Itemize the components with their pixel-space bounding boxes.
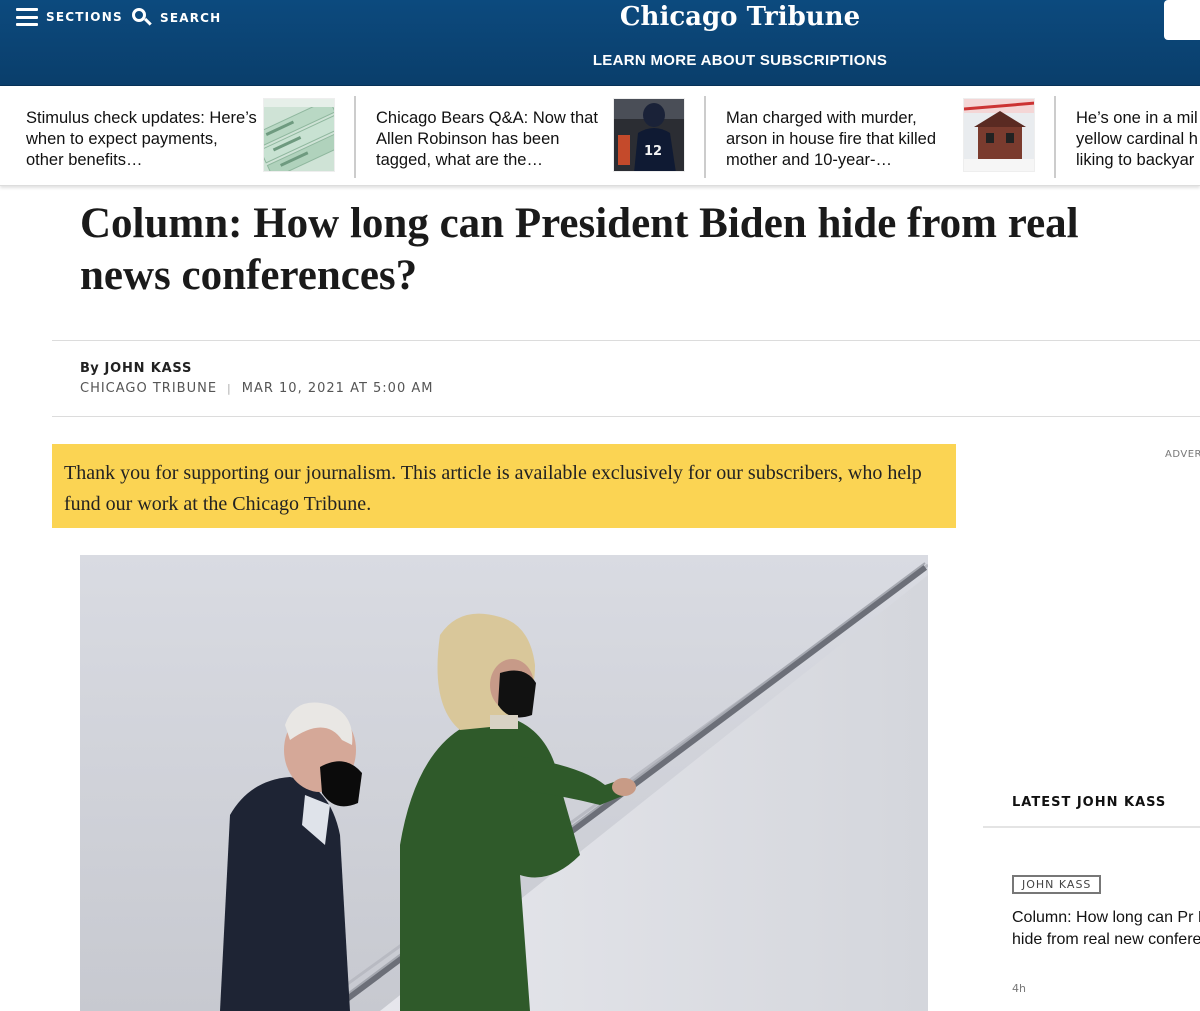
- football-player-thumbnail: 12: [613, 98, 685, 172]
- byline: By JOHN KASS: [80, 361, 192, 376]
- carousel-card-text: Chicago Bears Q&A: Now that Allen Robins…: [376, 109, 598, 169]
- account-button[interactable]: [1164, 0, 1200, 40]
- lead-photo: [80, 555, 928, 1011]
- carousel-card-text: Stimulus check updates: Here’s when to e…: [26, 109, 257, 169]
- carousel-divider: [704, 96, 706, 178]
- byline-top-divider: [52, 340, 1200, 341]
- carousel-divider: [354, 96, 356, 178]
- carousel-card-cardinal[interactable]: He’s one in a mil yellow cardinal h liki…: [1076, 98, 1200, 174]
- top-row: SECTIONS SEARCH Chicago Tribune: [0, 0, 1200, 40]
- article-headline: Column: How long can President Biden hid…: [80, 200, 1079, 299]
- meta-separator: |: [227, 382, 232, 395]
- svg-text:12: 12: [644, 144, 662, 159]
- carousel-divider: [1054, 96, 1056, 178]
- publication-name: CHICAGO TRIBUNE: [80, 381, 218, 396]
- byline-bottom-divider: [52, 416, 1200, 417]
- advertisement-label: ADVERT: [1165, 449, 1200, 460]
- publish-date: MAR 10, 2021 AT 5:00 AM: [241, 381, 434, 396]
- carousel-card-text: He’s one in a mil yellow cardinal h liki…: [1076, 109, 1198, 169]
- author-link[interactable]: JOHN KASS: [105, 361, 193, 376]
- subscriber-notice: Thank you for supporting our journalism.…: [52, 444, 956, 528]
- stimulus-check-thumbnail: [263, 98, 335, 172]
- carousel-card-bears[interactable]: Chicago Bears Q&A: Now that Allen Robins…: [376, 98, 688, 174]
- carousel-card-house-fire[interactable]: Man charged with murder, arson in house …: [726, 98, 1038, 174]
- sidebar-divider: [983, 826, 1200, 828]
- latest-author-section-title: LATEST JOHN KASS: [1012, 795, 1167, 810]
- carousel-card-stimulus[interactable]: Stimulus check updates: Here’s when to e…: [26, 98, 338, 174]
- latest-story-link[interactable]: Column: How long can Pr Biden hide from …: [1012, 907, 1200, 951]
- top-navigation-bar: SECTIONS SEARCH Chicago Tribune LEARN MO…: [0, 0, 1200, 86]
- author-tag[interactable]: JOHN KASS: [1012, 875, 1102, 894]
- byline-prefix: By: [80, 361, 100, 376]
- latest-story-time: 4h: [1012, 982, 1026, 995]
- chicago-tribune-logo[interactable]: Chicago Tribune: [0, 0, 1200, 34]
- article-meta: CHICAGO TRIBUNE | MAR 10, 2021 AT 5:00 AM: [80, 381, 433, 396]
- story-carousel: Stimulus check updates: Here’s when to e…: [0, 86, 1200, 186]
- burned-house-thumbnail: [963, 98, 1035, 172]
- carousel-card-text: Man charged with murder, arson in house …: [726, 109, 937, 169]
- subscriptions-link[interactable]: LEARN MORE ABOUT SUBSCRIPTIONS: [0, 52, 1200, 69]
